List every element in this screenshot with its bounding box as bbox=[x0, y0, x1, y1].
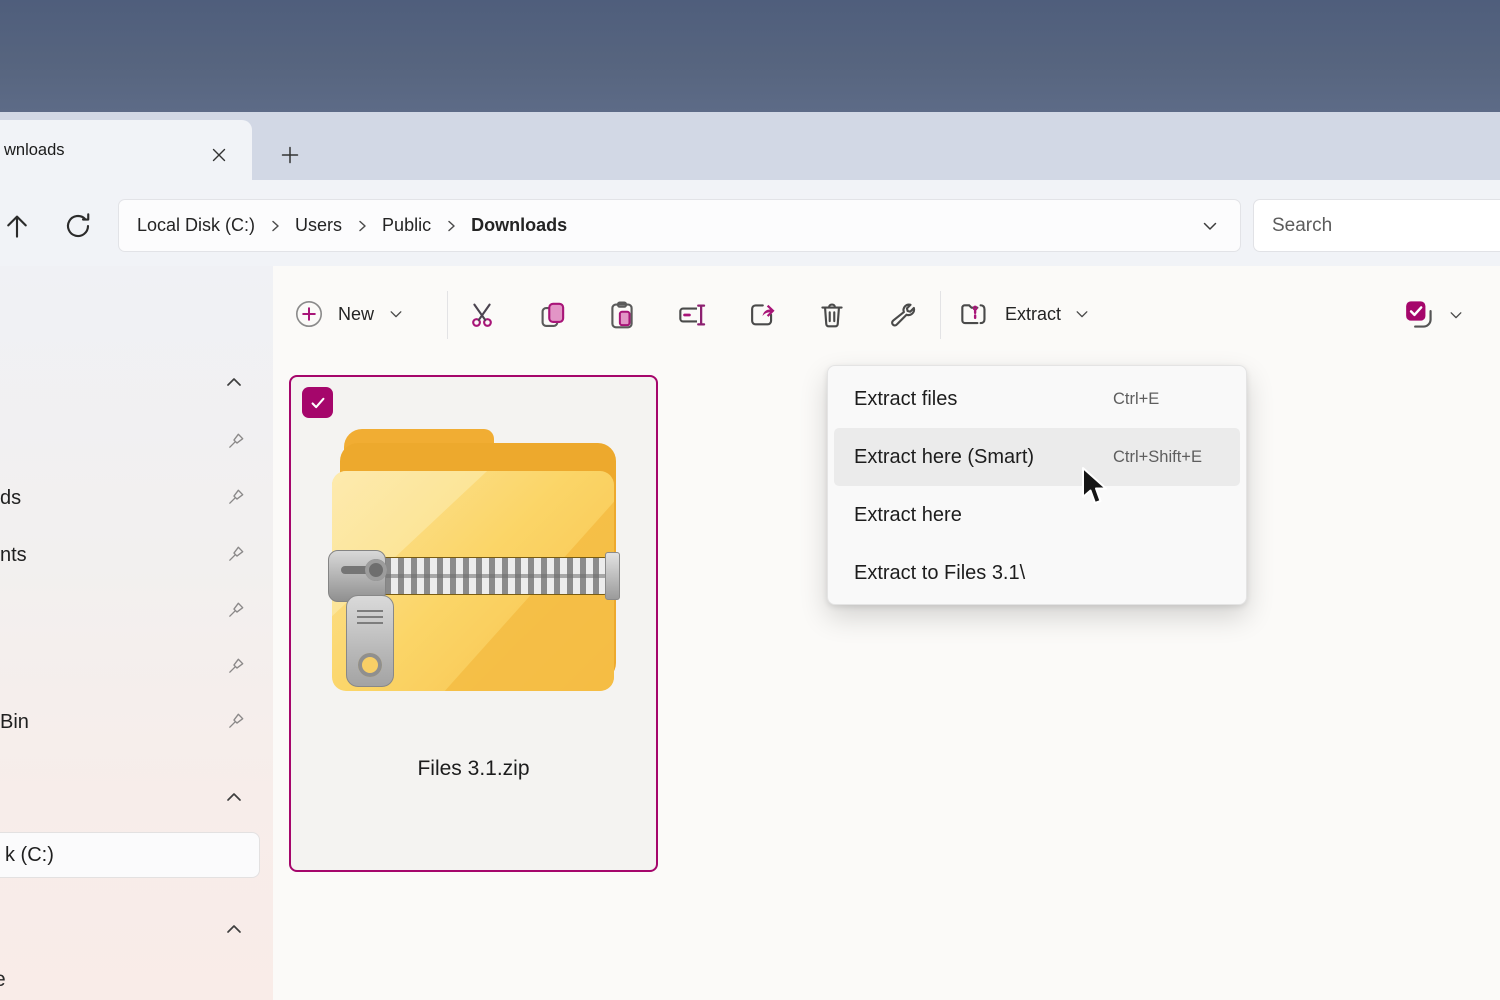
copy-button[interactable] bbox=[533, 295, 573, 335]
drive-label: k (C:) bbox=[5, 844, 54, 867]
rename-button[interactable] bbox=[671, 295, 711, 335]
menu-item-shortcut: Ctrl+Shift+E bbox=[1113, 448, 1202, 467]
pin-icon[interactable] bbox=[224, 431, 246, 453]
share-icon bbox=[746, 299, 778, 331]
section-collapse-button[interactable] bbox=[224, 787, 244, 807]
new-tab-button[interactable] bbox=[274, 139, 306, 171]
up-directory-button[interactable] bbox=[0, 207, 34, 245]
chevron-down-icon bbox=[1449, 308, 1463, 322]
breadcrumb: Local Disk (C:) Users Public Downloads bbox=[118, 199, 1241, 252]
toolbar-divider bbox=[447, 291, 448, 339]
sidebar-item-partial[interactable]: e bbox=[0, 968, 6, 992]
sidebar-item[interactable] bbox=[0, 591, 273, 631]
menu-item-label: Extract here bbox=[854, 504, 962, 527]
address-dropdown-button[interactable] bbox=[1202, 218, 1218, 234]
extract-button[interactable]: Extract bbox=[959, 290, 1089, 338]
sidebar-item[interactable] bbox=[0, 647, 273, 687]
plus-icon bbox=[281, 146, 299, 164]
wrench-icon bbox=[886, 299, 918, 331]
refresh-button[interactable] bbox=[60, 208, 96, 244]
pin-icon[interactable] bbox=[224, 711, 246, 733]
pin-icon[interactable] bbox=[224, 656, 246, 678]
zip-file-icon bbox=[332, 429, 620, 691]
sidebar: ds nts Bin k (C:) e bbox=[0, 266, 273, 1000]
file-item-files-3-1-zip[interactable]: Files 3.1.zip bbox=[289, 375, 658, 872]
pin-icon[interactable] bbox=[224, 544, 246, 566]
chevron-right-icon bbox=[356, 220, 368, 232]
section-collapse-button[interactable] bbox=[224, 372, 244, 392]
menu-item-label: Extract to Files 3.1\ bbox=[854, 562, 1025, 585]
extract-dropdown-menu: Extract files Ctrl+E Extract here (Smart… bbox=[827, 365, 1247, 605]
pin-icon[interactable] bbox=[224, 487, 246, 509]
close-icon bbox=[211, 147, 227, 163]
extract-button-label: Extract bbox=[1005, 304, 1061, 325]
search-box bbox=[1253, 199, 1500, 252]
sidebar-item-local-disk-c[interactable]: k (C:) bbox=[0, 832, 260, 878]
file-name-label: Files 3.1.zip bbox=[291, 757, 656, 781]
chevron-right-icon bbox=[445, 220, 457, 232]
arrow-up-icon bbox=[2, 210, 32, 242]
menu-item-extract-files[interactable]: Extract files Ctrl+E bbox=[834, 370, 1240, 428]
pin-icon[interactable] bbox=[224, 600, 246, 622]
scissors-icon bbox=[468, 299, 500, 331]
menu-item-extract-here[interactable]: Extract here bbox=[834, 486, 1240, 544]
menu-item-extract-here-smart[interactable]: Extract here (Smart) Ctrl+Shift+E bbox=[834, 428, 1240, 486]
paste-button[interactable] bbox=[602, 295, 642, 335]
trash-icon bbox=[816, 299, 848, 331]
paste-icon bbox=[606, 299, 638, 331]
chevron-right-icon bbox=[269, 220, 281, 232]
check-icon bbox=[308, 393, 328, 413]
sidebar-item-label: ds bbox=[0, 487, 21, 510]
copy-icon bbox=[537, 299, 569, 331]
menu-item-label: Extract files bbox=[854, 388, 957, 411]
section-collapse-button[interactable] bbox=[224, 919, 244, 939]
sidebar-item-label: Bin bbox=[0, 711, 29, 734]
add-circle-icon bbox=[295, 300, 323, 328]
sidebar-item-recycle-bin[interactable]: Bin bbox=[0, 702, 273, 742]
new-button[interactable]: New bbox=[295, 290, 403, 338]
sidebar-item-label: nts bbox=[0, 544, 27, 567]
chevron-down-icon bbox=[389, 307, 403, 321]
zip-folder-icon bbox=[959, 298, 991, 330]
chevron-up-icon bbox=[224, 919, 244, 939]
cut-button[interactable] bbox=[464, 295, 504, 335]
chevron-up-icon bbox=[224, 372, 244, 392]
window-titlebar bbox=[0, 0, 1500, 112]
content-area: New bbox=[273, 266, 1500, 1000]
selection-checkbox[interactable] bbox=[302, 387, 333, 418]
chevron-down-icon bbox=[1202, 218, 1218, 234]
chevron-down-icon bbox=[1075, 307, 1089, 321]
tab-title: wnloads bbox=[4, 141, 65, 160]
multiselect-check-icon bbox=[1401, 297, 1437, 333]
breadcrumb-item-users[interactable]: Users bbox=[295, 215, 342, 236]
sidebar-item[interactable] bbox=[0, 422, 273, 462]
sidebar-item-documents[interactable]: nts bbox=[0, 535, 273, 575]
rename-icon bbox=[675, 299, 707, 331]
chevron-up-icon bbox=[224, 787, 244, 807]
breadcrumb-item-downloads[interactable]: Downloads bbox=[471, 215, 567, 236]
refresh-icon bbox=[63, 211, 93, 241]
sidebar-item-downloads[interactable]: ds bbox=[0, 478, 273, 518]
breadcrumb-item-local-disk[interactable]: Local Disk (C:) bbox=[137, 215, 255, 236]
delete-button[interactable] bbox=[812, 295, 852, 335]
menu-item-shortcut: Ctrl+E bbox=[1113, 390, 1159, 409]
tab-close-button[interactable] bbox=[205, 141, 233, 169]
search-input[interactable] bbox=[1272, 215, 1500, 237]
tools-button[interactable] bbox=[882, 295, 922, 335]
toolbar-divider bbox=[940, 291, 941, 339]
selection-options-button[interactable] bbox=[1401, 293, 1463, 337]
share-button[interactable] bbox=[742, 295, 782, 335]
breadcrumb-item-public[interactable]: Public bbox=[382, 215, 431, 236]
menu-item-extract-to-folder[interactable]: Extract to Files 3.1\ bbox=[834, 544, 1240, 602]
menu-item-label: Extract here (Smart) bbox=[854, 446, 1034, 469]
new-button-label: New bbox=[338, 304, 374, 325]
